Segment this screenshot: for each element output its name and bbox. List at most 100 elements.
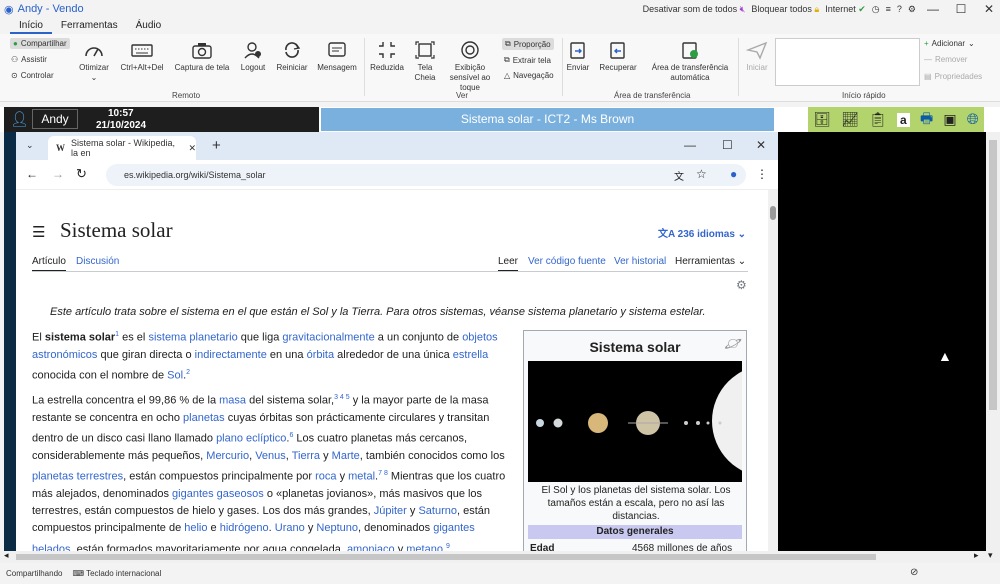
help-icon[interactable]: ? bbox=[897, 4, 902, 14]
profile-icon[interactable]: ● bbox=[730, 167, 737, 181]
tab-article[interactable]: Artículo bbox=[32, 256, 66, 271]
remove-button[interactable]: — Remover bbox=[924, 55, 967, 64]
tab-view-history[interactable]: Ver historial bbox=[614, 256, 666, 267]
scroll-down-icon[interactable]: ▾ bbox=[988, 550, 993, 561]
extract-screen-button[interactable]: ⧉ Extrair tela bbox=[504, 55, 551, 65]
ctrl-alt-del-label: Ctrl+Alt+Del bbox=[120, 63, 164, 72]
mute-all-button[interactable]: Desativar som de todos 🔇︎ bbox=[643, 4, 746, 15]
navigation-button[interactable]: △ Navegação bbox=[504, 71, 554, 80]
globe-icon[interactable]: 🌐︎ bbox=[967, 111, 979, 128]
languages-button[interactable]: 文A 236 idiomas ⌄ bbox=[658, 225, 746, 240]
optimize-button[interactable]: Otimizar ⌄ bbox=[76, 40, 112, 83]
tab-read[interactable]: Leer bbox=[498, 256, 519, 271]
minimize-icon[interactable]: — bbox=[684, 138, 696, 152]
control-label: Controlar bbox=[20, 71, 54, 80]
assist-icon: ⚇ bbox=[11, 55, 19, 64]
status-bar: Compartilhando ⌨ Teclado internacional ⊘ bbox=[0, 563, 1000, 584]
window-icon[interactable]: ▣ bbox=[943, 111, 956, 128]
translate-icon[interactable]: 文 bbox=[674, 168, 684, 183]
navigation-icon: △ bbox=[504, 71, 511, 80]
menu-icon[interactable]: ≡ bbox=[886, 4, 891, 14]
logout-button[interactable]: Logout bbox=[238, 40, 268, 73]
infobox-row: Edad 4568 millones de años bbox=[528, 543, 742, 551]
article-title: Sistema solar bbox=[60, 218, 173, 242]
group-remote-label: Remoto bbox=[172, 91, 201, 100]
gear-icon[interactable]: ⚙ bbox=[908, 4, 916, 15]
start-button[interactable]: Iniciar bbox=[742, 40, 772, 73]
printer-icon[interactable]: 🖶︎ bbox=[920, 108, 933, 132]
proportion-button[interactable]: ⧉ Proporção bbox=[502, 38, 554, 50]
tab-discussion[interactable]: Discusión bbox=[76, 256, 119, 267]
reload-icon[interactable]: ↻ bbox=[76, 166, 87, 182]
new-tab-icon[interactable]: + bbox=[212, 137, 221, 154]
viewer-horizontal-scrollbar[interactable]: ◂ ▸ ▾ bbox=[0, 550, 1000, 563]
viewer-hscroll-thumb[interactable] bbox=[16, 554, 876, 560]
restart-button[interactable]: Reiniciar bbox=[274, 40, 310, 73]
languages-label: 236 idiomas bbox=[677, 229, 735, 240]
minimize-button[interactable]: — bbox=[922, 2, 944, 16]
wikipedia-icon: W bbox=[56, 143, 65, 153]
remote-screen[interactable]: ⌄ W Sistema solar - Wikipedia, la en ✕ +… bbox=[4, 132, 986, 551]
logout-icon bbox=[244, 42, 261, 59]
tab-search-icon[interactable]: ⌄ bbox=[26, 140, 34, 151]
page-scrollbar[interactable] bbox=[768, 190, 778, 551]
reduced-button[interactable]: Reduzida bbox=[368, 40, 406, 73]
amazon-icon[interactable]: a bbox=[897, 112, 910, 127]
assist-button[interactable]: ⚇ Assistir bbox=[11, 55, 47, 64]
solar-system-drawing bbox=[536, 371, 742, 471]
close-button[interactable]: ✕ bbox=[978, 2, 1000, 16]
scroll-right-icon[interactable]: ▸ bbox=[974, 550, 979, 561]
ctrl-alt-del-button[interactable]: Ctrl+Alt+Del bbox=[118, 40, 166, 73]
message-button[interactable]: Mensagem bbox=[316, 40, 358, 73]
kebab-menu-icon[interactable]: ⋮ bbox=[756, 167, 768, 181]
back-icon[interactable]: ← bbox=[26, 167, 38, 181]
quick-start-list[interactable] bbox=[775, 38, 920, 86]
session-user: Andy bbox=[32, 109, 78, 129]
close-tab-icon[interactable]: ✕ bbox=[188, 143, 196, 154]
tab-ferramentas[interactable]: Ferramentas bbox=[52, 18, 127, 34]
tab-audio[interactable]: Áudio bbox=[127, 18, 171, 34]
share-button[interactable]: ● Compartilhar bbox=[10, 38, 70, 49]
forward-icon[interactable]: → bbox=[52, 167, 64, 181]
archive-icon[interactable]: 🗄︎ bbox=[813, 111, 831, 128]
ribbon-separator bbox=[562, 38, 563, 96]
internet-button[interactable]: Internet ✔ bbox=[825, 4, 866, 15]
infobox-title: Sistema solar bbox=[589, 339, 681, 355]
control-button[interactable]: ⊙ Controlar bbox=[11, 71, 54, 80]
tab-inicio[interactable]: Início bbox=[10, 18, 52, 34]
scroll-left-icon[interactable]: ◂ bbox=[4, 550, 9, 561]
chart-icon[interactable]: 📈︎ bbox=[841, 111, 859, 128]
browser-tab[interactable]: W Sistema solar - Wikipedia, la en ✕ bbox=[48, 136, 196, 160]
status-settings-icon[interactable]: ⊘ bbox=[910, 567, 918, 578]
retrieve-button[interactable]: Recuperar bbox=[598, 40, 638, 73]
send-button[interactable]: Enviar bbox=[564, 40, 592, 73]
maximize-button[interactable]: ☐ bbox=[950, 2, 972, 16]
close-icon[interactable]: ✕ bbox=[756, 138, 766, 152]
viewer-vertical-scrollbar[interactable] bbox=[986, 132, 1000, 551]
remove-label: Remover bbox=[935, 55, 968, 64]
maximize-icon[interactable]: ☐ bbox=[722, 138, 733, 152]
task-icon[interactable]: 📋︎ bbox=[869, 111, 887, 128]
fullscreen-button[interactable]: Tela Cheia bbox=[410, 40, 440, 83]
tab-view-source[interactable]: Ver código fuente bbox=[528, 256, 606, 267]
toc-menu-icon[interactable]: ☰ bbox=[32, 223, 45, 241]
touch-view-button[interactable]: Exibição sensível ao toque bbox=[444, 40, 496, 93]
session-toolbar: 🗄︎ 📈︎ 📋︎ a 🖶︎ ▣ 🌐︎ bbox=[808, 107, 984, 132]
viewer-vscroll-thumb[interactable] bbox=[989, 140, 997, 410]
ribbon-separator bbox=[738, 38, 739, 96]
screenshot-button[interactable]: Captura de tela bbox=[174, 40, 230, 73]
browser-address-bar: ← → ↻ es.wikipedia.org/wiki/Sistema_sola… bbox=[16, 160, 778, 190]
send-label: Enviar bbox=[566, 63, 590, 72]
speaker-mute-icon: 🔇︎ bbox=[739, 3, 746, 14]
auto-transfer-button[interactable]: Área de transferência automática bbox=[650, 40, 730, 83]
properties-label: Propriedades bbox=[934, 72, 983, 81]
properties-button[interactable]: ▤ Propriedades bbox=[924, 72, 982, 81]
tools-dropdown[interactable]: Herramientas ⌄ bbox=[675, 256, 746, 267]
settings-icon[interactable]: ⚙ bbox=[736, 278, 747, 292]
url-field[interactable]: es.wikipedia.org/wiki/Sistema_solar bbox=[106, 164, 746, 186]
star-icon[interactable]: ☆ bbox=[696, 167, 707, 181]
add-button[interactable]: + Adicionar ⌄ bbox=[924, 39, 975, 48]
scrollbar-thumb[interactable] bbox=[770, 206, 776, 220]
clock-icon[interactable]: ◷ bbox=[872, 4, 880, 15]
lock-all-button[interactable]: Bloquear todos 🔒︎ bbox=[751, 4, 819, 15]
